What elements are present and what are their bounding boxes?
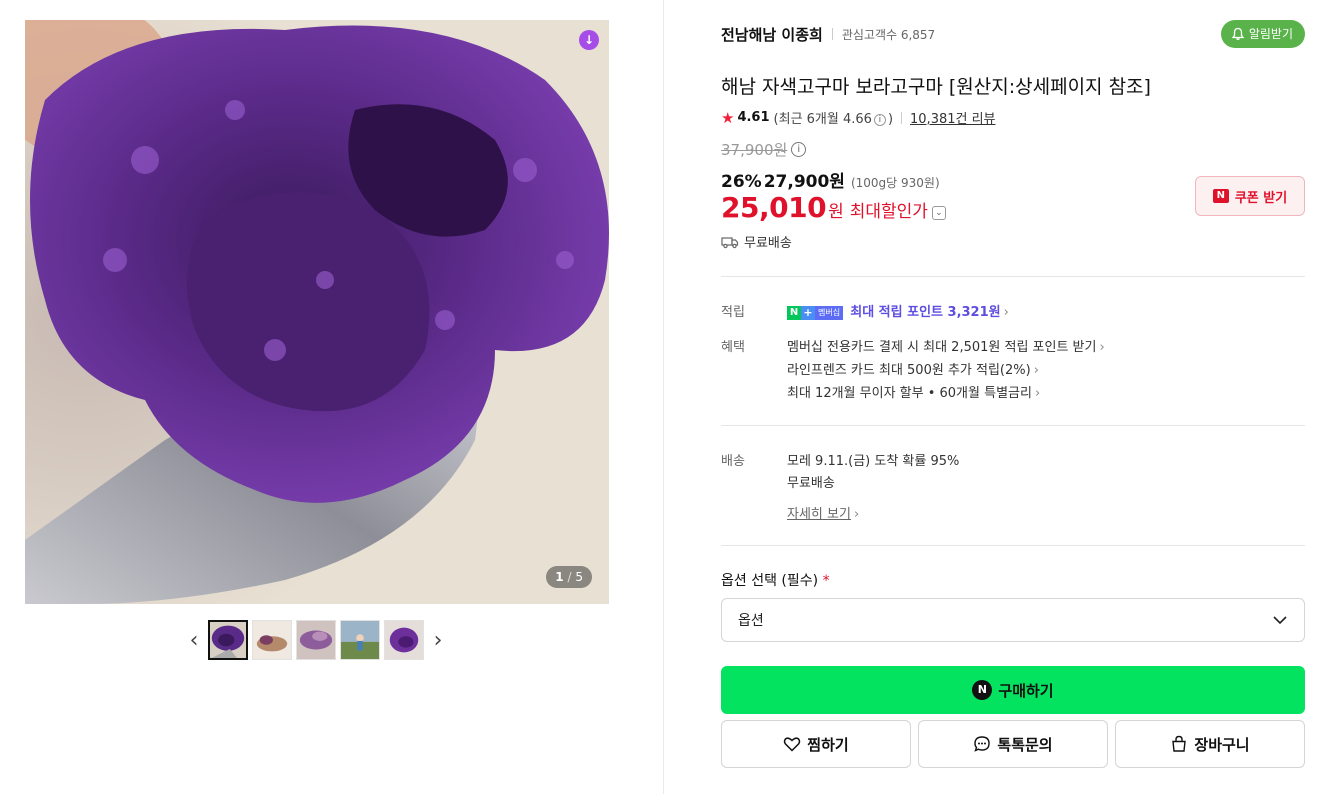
product-title: 해남 자색고구마 보라고구마 [원산지:상세페이지 참조] <box>721 76 1151 98</box>
info-icon[interactable]: i <box>873 113 886 126</box>
perk-item[interactable]: 라인프렌즈 카드 최대 500원 추가 적립(2%) › <box>787 359 1039 378</box>
sale-price-row: 26% 27,900원 (100g당 930원) <box>721 167 940 192</box>
recent-rating: (최근 6개월 4.66 i) <box>773 112 894 127</box>
review-count-link[interactable]: 10,381건 리뷰 <box>910 108 996 127</box>
chevron-down-icon[interactable]: ⌄ <box>931 206 946 220</box>
thumbnail-4[interactable] <box>340 620 380 660</box>
thumbnail-strip: ‹ › <box>180 619 452 661</box>
coupon-label: 쿠폰 받기 <box>1234 190 1288 206</box>
unit-price: (100g당 930원) <box>850 176 940 190</box>
chevron-right-icon: › <box>1003 305 1009 320</box>
option-select[interactable]: 옵션 <box>721 598 1305 642</box>
image-counter: 1 / 5 <box>546 566 592 588</box>
truck-icon <box>721 236 739 248</box>
divider <box>901 111 903 124</box>
delivery-label: 배송 <box>721 454 745 469</box>
points-text: 최대 적립 포인트 3,321원 <box>850 305 1001 320</box>
bell-plus-icon <box>1231 27 1245 40</box>
star-icon: ★ <box>721 108 735 127</box>
buy-label: 구매하기 <box>998 681 1054 700</box>
product-main-image[interactable]: ↓ 1 / 5 <box>25 20 609 604</box>
perk-item[interactable]: 최대 12개월 무이자 할부 • 60개월 특별금리 › <box>787 382 1040 401</box>
perk-item[interactable]: 멤버십 전용카드 결제 시 최대 2,501원 적립 포인트 받기 › <box>787 336 1105 355</box>
chevron-right-icon: › <box>1034 386 1041 401</box>
store-fans: 관심고객수 6,857 <box>841 27 936 42</box>
max-price: 25,010 <box>721 191 827 224</box>
alarm-button[interactable]: 알림받기 <box>1220 20 1305 48</box>
shipping-summary: 무료배송 <box>721 232 792 251</box>
wish-button[interactable]: 찜하기 <box>721 720 911 768</box>
delivery-arrival: 모레 9.11.(금) 도착 확률 95% <box>787 454 960 469</box>
chevron-down-icon <box>1273 616 1287 625</box>
thumbnail-1[interactable] <box>208 620 248 660</box>
buy-button[interactable]: N 구매하기 <box>721 666 1305 714</box>
naver-membership-badge: N + 멤버십 <box>787 305 844 320</box>
max-label: 최대할인가 <box>849 202 928 222</box>
delivery-fee: 무료배송 <box>787 476 835 491</box>
cart-label: 장바구니 <box>1194 735 1250 754</box>
max-price-unit: 원 <box>828 202 844 222</box>
discount-percent: 26% <box>721 172 762 192</box>
coupon-icon: N <box>1212 189 1229 203</box>
option-placeholder: 옵션 <box>738 613 764 629</box>
max-discount-row[interactable]: 25,010 원 최대할인가 ⌄ <box>721 191 946 224</box>
talk-label: 톡톡문의 <box>997 735 1053 754</box>
delivery-more-link[interactable]: 자세히 보기 › <box>787 503 859 522</box>
points-row[interactable]: N + 멤버십 최대 적립 포인트 3,321원 › <box>787 301 1009 320</box>
purple-sweet-potato-photo <box>25 20 609 604</box>
cart-button[interactable]: 장바구니 <box>1115 720 1305 768</box>
divider <box>721 276 1305 277</box>
thumbnail-3[interactable] <box>296 620 336 660</box>
store-name[interactable]: 전남해남 이종희 <box>721 24 823 45</box>
divider <box>721 545 1305 546</box>
perks-label: 혜택 <box>721 340 745 355</box>
chevron-left-icon[interactable]: ‹ <box>180 620 208 660</box>
talk-button[interactable]: 톡톡문의 <box>918 720 1108 768</box>
rating-row: ★ 4.61 (최근 6개월 4.66 i) 10,381건 리뷰 <box>721 108 996 128</box>
chevron-right-icon: › <box>1033 363 1039 378</box>
info-icon[interactable]: i <box>791 142 807 157</box>
original-price: 37,900원 <box>721 141 788 159</box>
free-shipping-label: 무료배송 <box>744 236 792 251</box>
sale-price: 27,900원 <box>763 172 845 192</box>
arrow-down-icon[interactable]: ↓ <box>579 30 599 50</box>
product-gallery: ↓ 1 / 5 ‹ › <box>0 0 664 794</box>
heart-icon <box>784 737 801 752</box>
chevron-right-icon: › <box>853 507 860 522</box>
thumbnail-2[interactable] <box>252 620 292 660</box>
chevron-right-icon: › <box>1099 340 1105 355</box>
option-title: 옵션 선택 (필수) * <box>721 573 830 589</box>
points-label: 적립 <box>721 305 745 320</box>
rating-value: 4.61 <box>737 110 770 125</box>
alarm-label: 알림받기 <box>1248 27 1293 41</box>
shopping-bag-icon <box>1172 735 1187 752</box>
wish-label: 찜하기 <box>807 735 849 754</box>
chevron-right-icon[interactable]: › <box>424 620 452 660</box>
store-header: 전남해남 이종희 관심고객수 6,857 알림받기 <box>721 20 1305 48</box>
original-price-row: 37,900원 i <box>721 139 807 160</box>
divider <box>831 28 833 40</box>
naver-pay-icon: N <box>972 680 993 700</box>
divider <box>721 425 1305 426</box>
chat-bubble-icon <box>974 736 991 752</box>
coupon-button[interactable]: N 쿠폰 받기 <box>1195 176 1305 216</box>
thumbnail-5[interactable] <box>384 620 424 660</box>
